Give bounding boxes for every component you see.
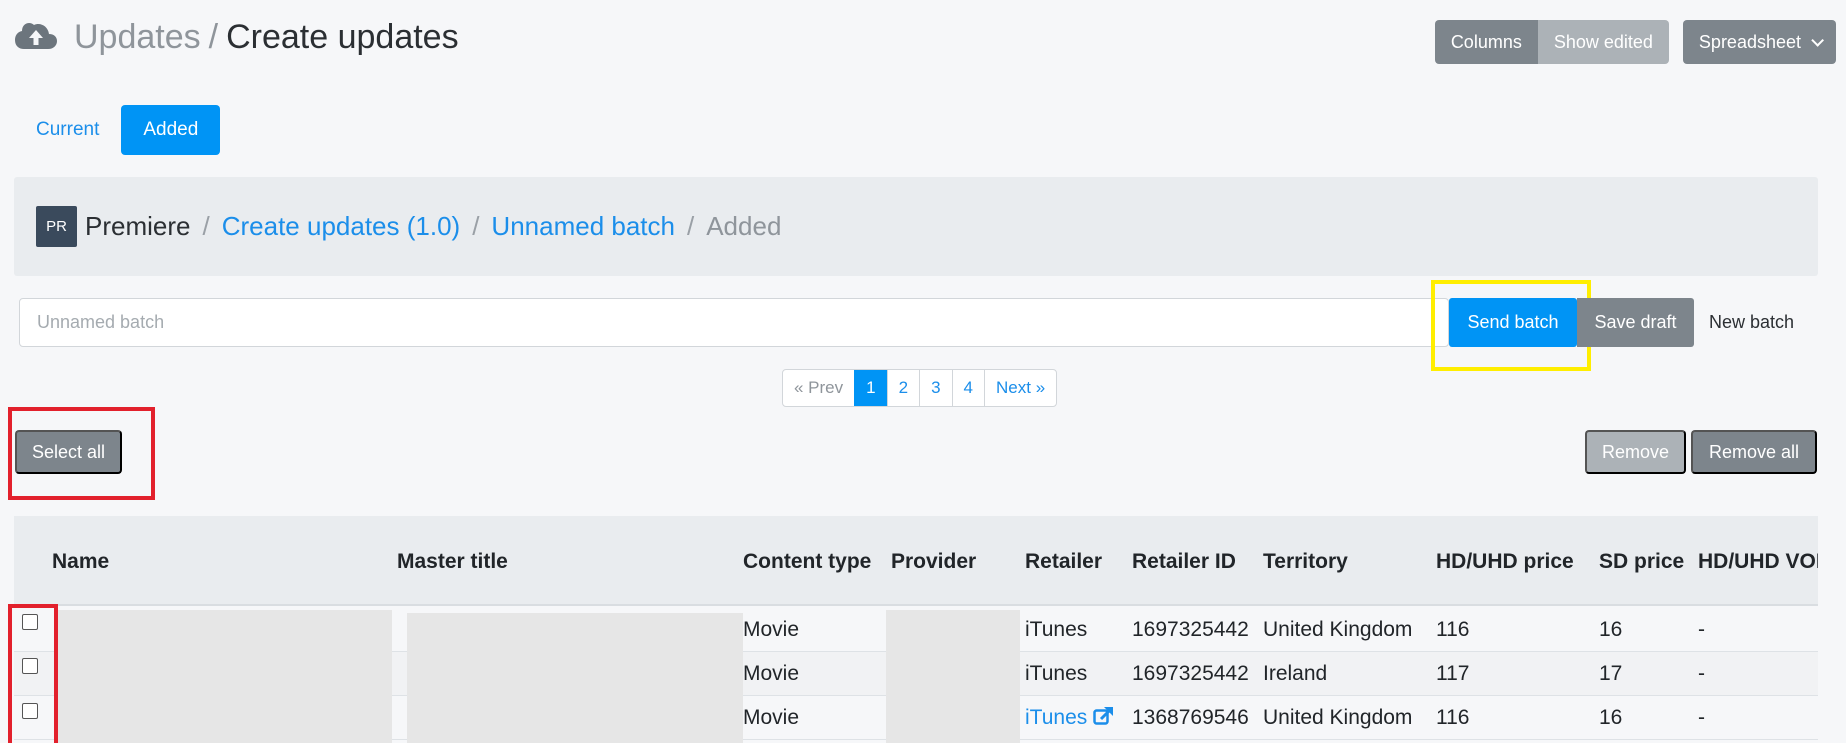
breadcrumb-separator: / xyxy=(472,211,480,241)
new-batch-button[interactable]: New batch xyxy=(1703,298,1800,347)
page-header: Updates / Create updates xyxy=(14,18,459,57)
page-2-button[interactable]: 2 xyxy=(886,370,919,406)
cell-hd-vod: - xyxy=(1698,706,1705,729)
column-header-provider[interactable]: Provider xyxy=(891,550,976,574)
breadcrumb-separator: / xyxy=(686,211,695,241)
show-edited-button[interactable]: Show edited xyxy=(1537,20,1669,64)
send-batch-button[interactable]: Send batch xyxy=(1449,298,1577,347)
spreadsheet-label: Spreadsheet xyxy=(1698,31,1801,52)
spreadsheet-dropdown[interactable]: Spreadsheet xyxy=(1682,20,1836,64)
cell-hd-vod: - xyxy=(1698,662,1705,685)
chevron-down-icon xyxy=(1811,33,1824,47)
table-header: Name Master title Content type Provider … xyxy=(14,516,1818,606)
prev-page-button[interactable]: « Prev xyxy=(783,370,854,406)
column-header-sd-price[interactable]: SD price xyxy=(1599,550,1684,574)
view-button-group: Columns Show edited xyxy=(1434,20,1669,64)
cell-territory: United Kingdom xyxy=(1263,618,1413,641)
page-title: Create updates xyxy=(226,18,459,56)
tab-added[interactable]: Added xyxy=(121,105,221,155)
toolbar: Columns Show edited Spreadsheet xyxy=(1434,20,1836,64)
cell-sd-price: 16 xyxy=(1599,618,1623,641)
column-header-retailer-id[interactable]: Retailer ID xyxy=(1132,550,1236,574)
batch-name-input[interactable] xyxy=(19,298,1449,347)
cloud-upload-icon xyxy=(15,22,57,49)
cell-content-type: Movie xyxy=(743,706,800,729)
remove-all-button[interactable]: Remove all xyxy=(1691,430,1817,474)
page-3-button[interactable]: 3 xyxy=(919,370,951,406)
row-checkbox[interactable] xyxy=(22,703,38,719)
avatar: PR xyxy=(36,206,77,247)
breadcrumb: PR Premiere / Create updates (1.0) / Unn… xyxy=(14,177,1818,276)
cell-hd-price: 116 xyxy=(1436,618,1470,641)
column-header-name[interactable]: Name xyxy=(52,550,109,574)
tab-current[interactable]: Current xyxy=(22,105,113,155)
cell-content-type: Movie xyxy=(743,662,800,685)
row-checkbox[interactable] xyxy=(22,658,38,674)
breadcrumb-item-create-updates[interactable]: Create updates (1.0) xyxy=(222,211,460,242)
cell-sd-price: 16 xyxy=(1599,706,1623,729)
cell-hd-vod: - xyxy=(1698,618,1705,641)
updates-table: Name Master title Content type Provider … xyxy=(14,516,1818,743)
redacted-name-cells xyxy=(54,610,392,743)
breadcrumb-separator: / xyxy=(202,211,210,241)
column-header-territory[interactable]: Territory xyxy=(1263,550,1348,574)
title-separator: / xyxy=(208,18,219,56)
select-all-button[interactable]: Select all xyxy=(15,430,122,474)
pagination: « Prev 1 2 3 4 Next » xyxy=(782,369,1058,407)
cell-retailer: iTunes xyxy=(1025,662,1088,685)
breadcrumb-item-premiere: Premiere xyxy=(85,211,191,241)
page-1-button[interactable]: 1 xyxy=(854,370,887,406)
column-header-hd-vod[interactable]: HD/UHD VOD xyxy=(1698,550,1818,574)
cell-retailer: iTunes xyxy=(1025,706,1088,729)
redacted-master-title-cells xyxy=(407,613,743,743)
next-page-button[interactable]: Next » xyxy=(984,370,1056,406)
cell-territory: United Kingdom xyxy=(1263,706,1413,729)
row-checkbox[interactable] xyxy=(22,614,38,630)
columns-button[interactable]: Columns xyxy=(1434,20,1538,64)
cell-content-type: Movie xyxy=(743,618,800,641)
column-header-master-title[interactable]: Master title xyxy=(397,550,508,574)
cell-retailer-id: 1368769546 xyxy=(1132,706,1249,729)
remove-button[interactable]: Remove xyxy=(1585,430,1686,474)
section-title: Updates xyxy=(74,18,201,56)
column-header-retailer[interactable]: Retailer xyxy=(1025,550,1102,574)
save-draft-button[interactable]: Save draft xyxy=(1577,298,1694,347)
column-header-content-type[interactable]: Content type xyxy=(743,550,871,574)
column-header-hd-price[interactable]: HD/UHD price xyxy=(1436,550,1574,574)
cell-hd-price: 116 xyxy=(1436,706,1470,729)
external-link-icon xyxy=(1093,707,1114,725)
tab-bar: Current Added xyxy=(22,105,221,155)
cell-hd-price: 117 xyxy=(1436,662,1470,685)
breadcrumb-item-unnamed-batch[interactable]: Unnamed batch xyxy=(491,211,675,242)
cell-retailer-id: 1697325442 xyxy=(1132,662,1249,685)
cell-sd-price: 17 xyxy=(1599,662,1623,685)
breadcrumb-item-added: Added xyxy=(706,211,782,241)
page-4-button[interactable]: 4 xyxy=(951,370,984,406)
cell-retailer-id: 1697325442 xyxy=(1132,618,1249,641)
cell-retailer: iTunes xyxy=(1025,618,1088,641)
cell-territory: Ireland xyxy=(1263,662,1328,685)
retailer-link[interactable]: iTunes xyxy=(1025,706,1115,730)
redacted-provider-cells xyxy=(886,610,1020,743)
